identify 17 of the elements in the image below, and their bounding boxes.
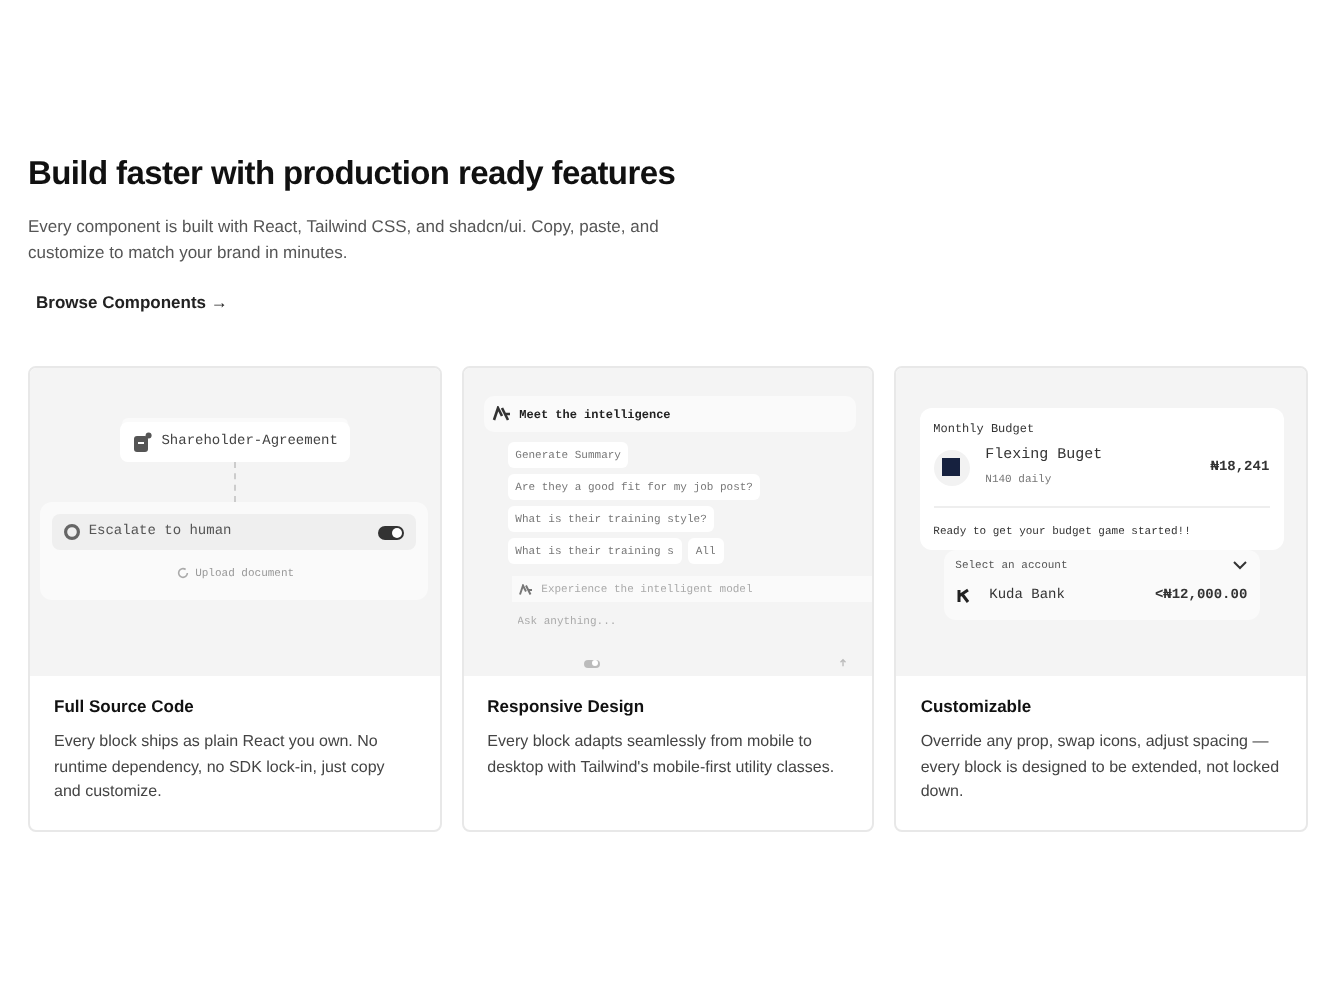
card-description: Every block ships as plain React you own. No runtime dependency, no SDK lock-in, just copy and customize. (54, 730, 387, 804)
section-heading: Build faster with production ready features (28, 156, 678, 194)
toggle-switch[interactable] (378, 525, 405, 539)
refresh-icon (175, 566, 190, 580)
toggle-switch[interactable] (583, 659, 600, 667)
browse-components-link[interactable]: Browse Components → (36, 292, 228, 312)
card-description: Every block adapts seamlessly from mobile to desktop with Tailwind's mobile-first utility classes. (487, 730, 837, 780)
card-title: Full Source Code (54, 696, 196, 716)
logo-icon (517, 583, 534, 595)
intro-text: Every component is built with React, Tailwind CSS, and shadcn/ui. Copy, paste, and customize to match your brand in minutes. (28, 214, 661, 264)
card-description: Override any prop, swap icons, adjust spacing — every block is designed to be extended, not locked down. (920, 730, 1282, 804)
logo-icon (491, 406, 512, 422)
chevron-down-icon[interactable] (1231, 560, 1248, 570)
card-title: Customizable (920, 696, 1034, 716)
card-title: Responsive Design (487, 696, 647, 716)
bank-logo-icon (955, 588, 972, 604)
document-icon (131, 432, 152, 452)
